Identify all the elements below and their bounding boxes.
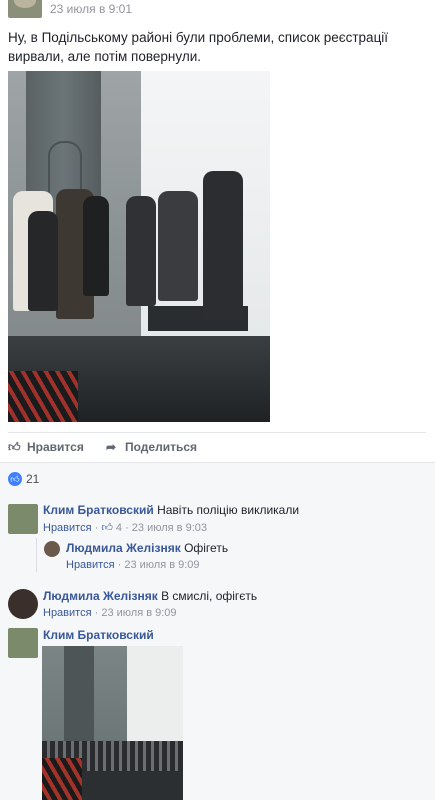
post-photo[interactable]: [8, 71, 270, 422]
comment-photo[interactable]: [42, 646, 183, 800]
post-timestamp[interactable]: 23 июля в 9:01: [50, 2, 132, 16]
share-arrow-icon: ➦: [106, 440, 117, 454]
reply-avatar[interactable]: [44, 541, 60, 557]
comment-meta: Нравится · 23 июля в 9:09: [43, 607, 177, 619]
reaction-count: 21: [26, 472, 40, 486]
share-button[interactable]: ➦ Поделиться: [106, 440, 197, 454]
comment-avatar[interactable]: [8, 628, 38, 658]
post-action-bar: 👍︎ Нравится ➦ Поделиться: [8, 432, 426, 463]
comment-author[interactable]: Клим Братковский: [43, 503, 154, 517]
comment-avatar[interactable]: [8, 589, 38, 619]
like-reaction-icon: 👍︎: [8, 472, 22, 486]
comment-author[interactable]: Клим Братковский: [43, 628, 154, 642]
comment: Клим Братковский: [43, 628, 154, 643]
comment: Людмила Желізняк В смислі, офігєть: [43, 589, 257, 604]
reply-like-link[interactable]: Нравится: [66, 559, 115, 571]
comment-text: Навіть поліцію викликали: [157, 503, 300, 517]
reactions-summary[interactable]: 👍︎ 21: [0, 462, 435, 497]
reply: Людмила Желізняк Офігеть: [66, 541, 228, 556]
author-avatar[interactable]: [8, 0, 42, 18]
comment-like-link[interactable]: Нравится: [43, 522, 92, 534]
reply-text: Офігеть: [184, 541, 229, 555]
reply-thread-line: [36, 538, 37, 572]
comment-timestamp[interactable]: 23 июля в 9:03: [132, 522, 207, 534]
comment-like-count[interactable]: 4: [116, 522, 122, 534]
comment-author[interactable]: Людмила Желізняк: [43, 589, 158, 603]
reply-author[interactable]: Людмила Желізняк: [66, 541, 181, 555]
reply-timestamp[interactable]: 23 июля в 9:09: [124, 559, 199, 571]
comment-text: В смислі, офігєть: [161, 589, 258, 603]
comment-avatar[interactable]: [8, 504, 38, 534]
like-button[interactable]: 👍︎ Нравится: [8, 440, 84, 455]
thumbs-up-icon: 👍︎: [101, 522, 113, 534]
comment: Клим Братковский Навіть поліцію викликал…: [43, 503, 299, 518]
reply-meta: Нравится · 23 июля в 9:09: [66, 559, 200, 571]
comment-timestamp[interactable]: 23 июля в 9:09: [101, 607, 176, 619]
comment-like-link[interactable]: Нравится: [43, 607, 92, 619]
comment-meta: Нравится · 👍︎ 4 · 23 июля в 9:03: [43, 522, 207, 534]
post-header: 23 июля в 9:01: [0, 0, 435, 20]
post-text: Ну, в Подільському районі були проблеми,…: [8, 30, 389, 64]
thumbs-up-icon: 👍︎: [8, 440, 21, 454]
